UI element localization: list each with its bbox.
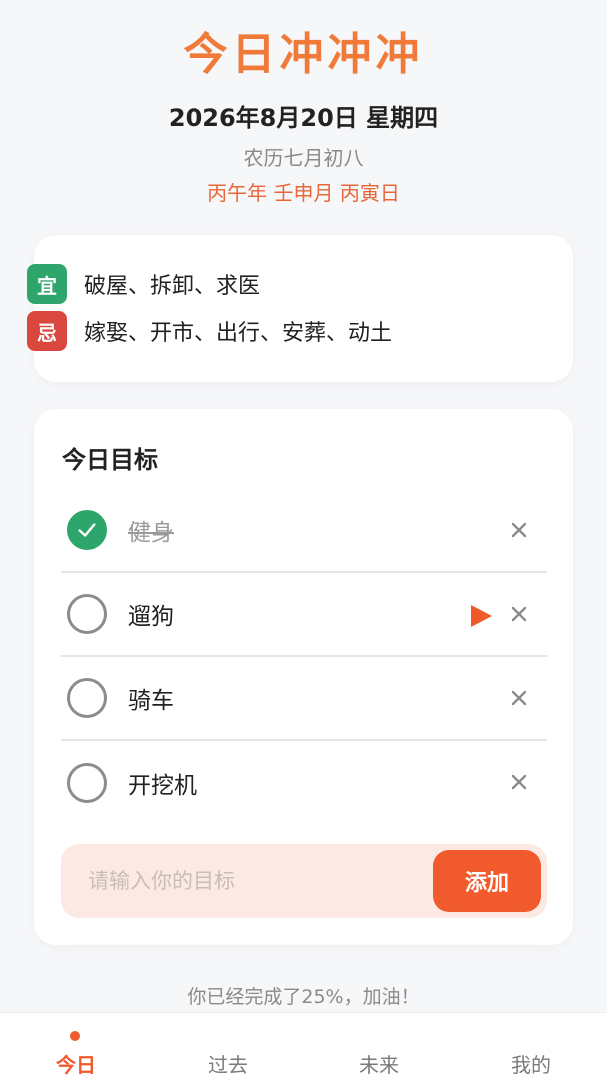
goals-title: 今日目标 [62,446,158,474]
tab-label: 今日 [56,1053,96,1077]
tab-future[interactable]: 未来 [303,1013,455,1080]
goal-label: 健身 [128,520,174,546]
close-icon[interactable] [507,518,531,542]
goal-label: 开挖机 [128,773,197,799]
almanac-good-row: 宜 破屋、拆卸、求医 [27,264,260,304]
checkbox-unchecked-icon[interactable] [67,763,107,803]
bottom-tabbar: 今日 过去 未来 我的 [0,1012,607,1080]
tab-label: 我的 [511,1053,551,1077]
goal-input[interactable] [61,844,431,918]
tab-label: 未来 [359,1053,399,1077]
tab-past[interactable]: 过去 [152,1013,304,1080]
progress-message: 你已经完成了25%，加油！ [187,986,420,1008]
add-button[interactable]: 添加 [433,850,541,912]
close-icon[interactable] [507,770,531,794]
goal-item-3[interactable]: 开挖机 [61,741,547,825]
tab-mine[interactable]: 我的 [455,1013,607,1080]
lunar-date: 农历七月初八 [243,146,364,170]
almanac-card [34,235,573,382]
tab-label: 过去 [208,1053,248,1077]
close-icon[interactable] [507,686,531,710]
goal-label: 骑车 [128,688,174,714]
tab-today[interactable]: 今日 [0,1013,152,1080]
goal-input-container: 添加 [61,844,547,918]
goal-item-0[interactable]: 健身 [61,489,547,573]
date-text: 2026年8月20日 星期四 [168,104,439,132]
checkbox-checked-icon[interactable] [67,510,107,550]
bad-badge: 忌 [27,311,67,351]
play-icon[interactable] [471,605,492,627]
good-activities: 破屋、拆卸、求医 [84,274,261,299]
close-icon[interactable] [507,602,531,626]
goal-item-1[interactable]: 遛狗 [61,573,547,657]
goal-item-2[interactable]: 骑车 [61,657,547,741]
app-title: 今日冲冲冲 [183,29,424,80]
ganzhi-date: 丙午年 壬申月 丙寅日 [207,181,400,205]
checkbox-unchecked-icon[interactable] [67,594,107,634]
bad-activities: 嫁娶、开市、出行、安葬、动土 [84,321,393,346]
active-dot-icon [70,1031,80,1041]
checkbox-unchecked-icon[interactable] [67,678,107,718]
almanac-bad-row: 忌 嫁娶、开市、出行、安葬、动土 [27,311,392,351]
good-badge: 宜 [27,264,67,304]
